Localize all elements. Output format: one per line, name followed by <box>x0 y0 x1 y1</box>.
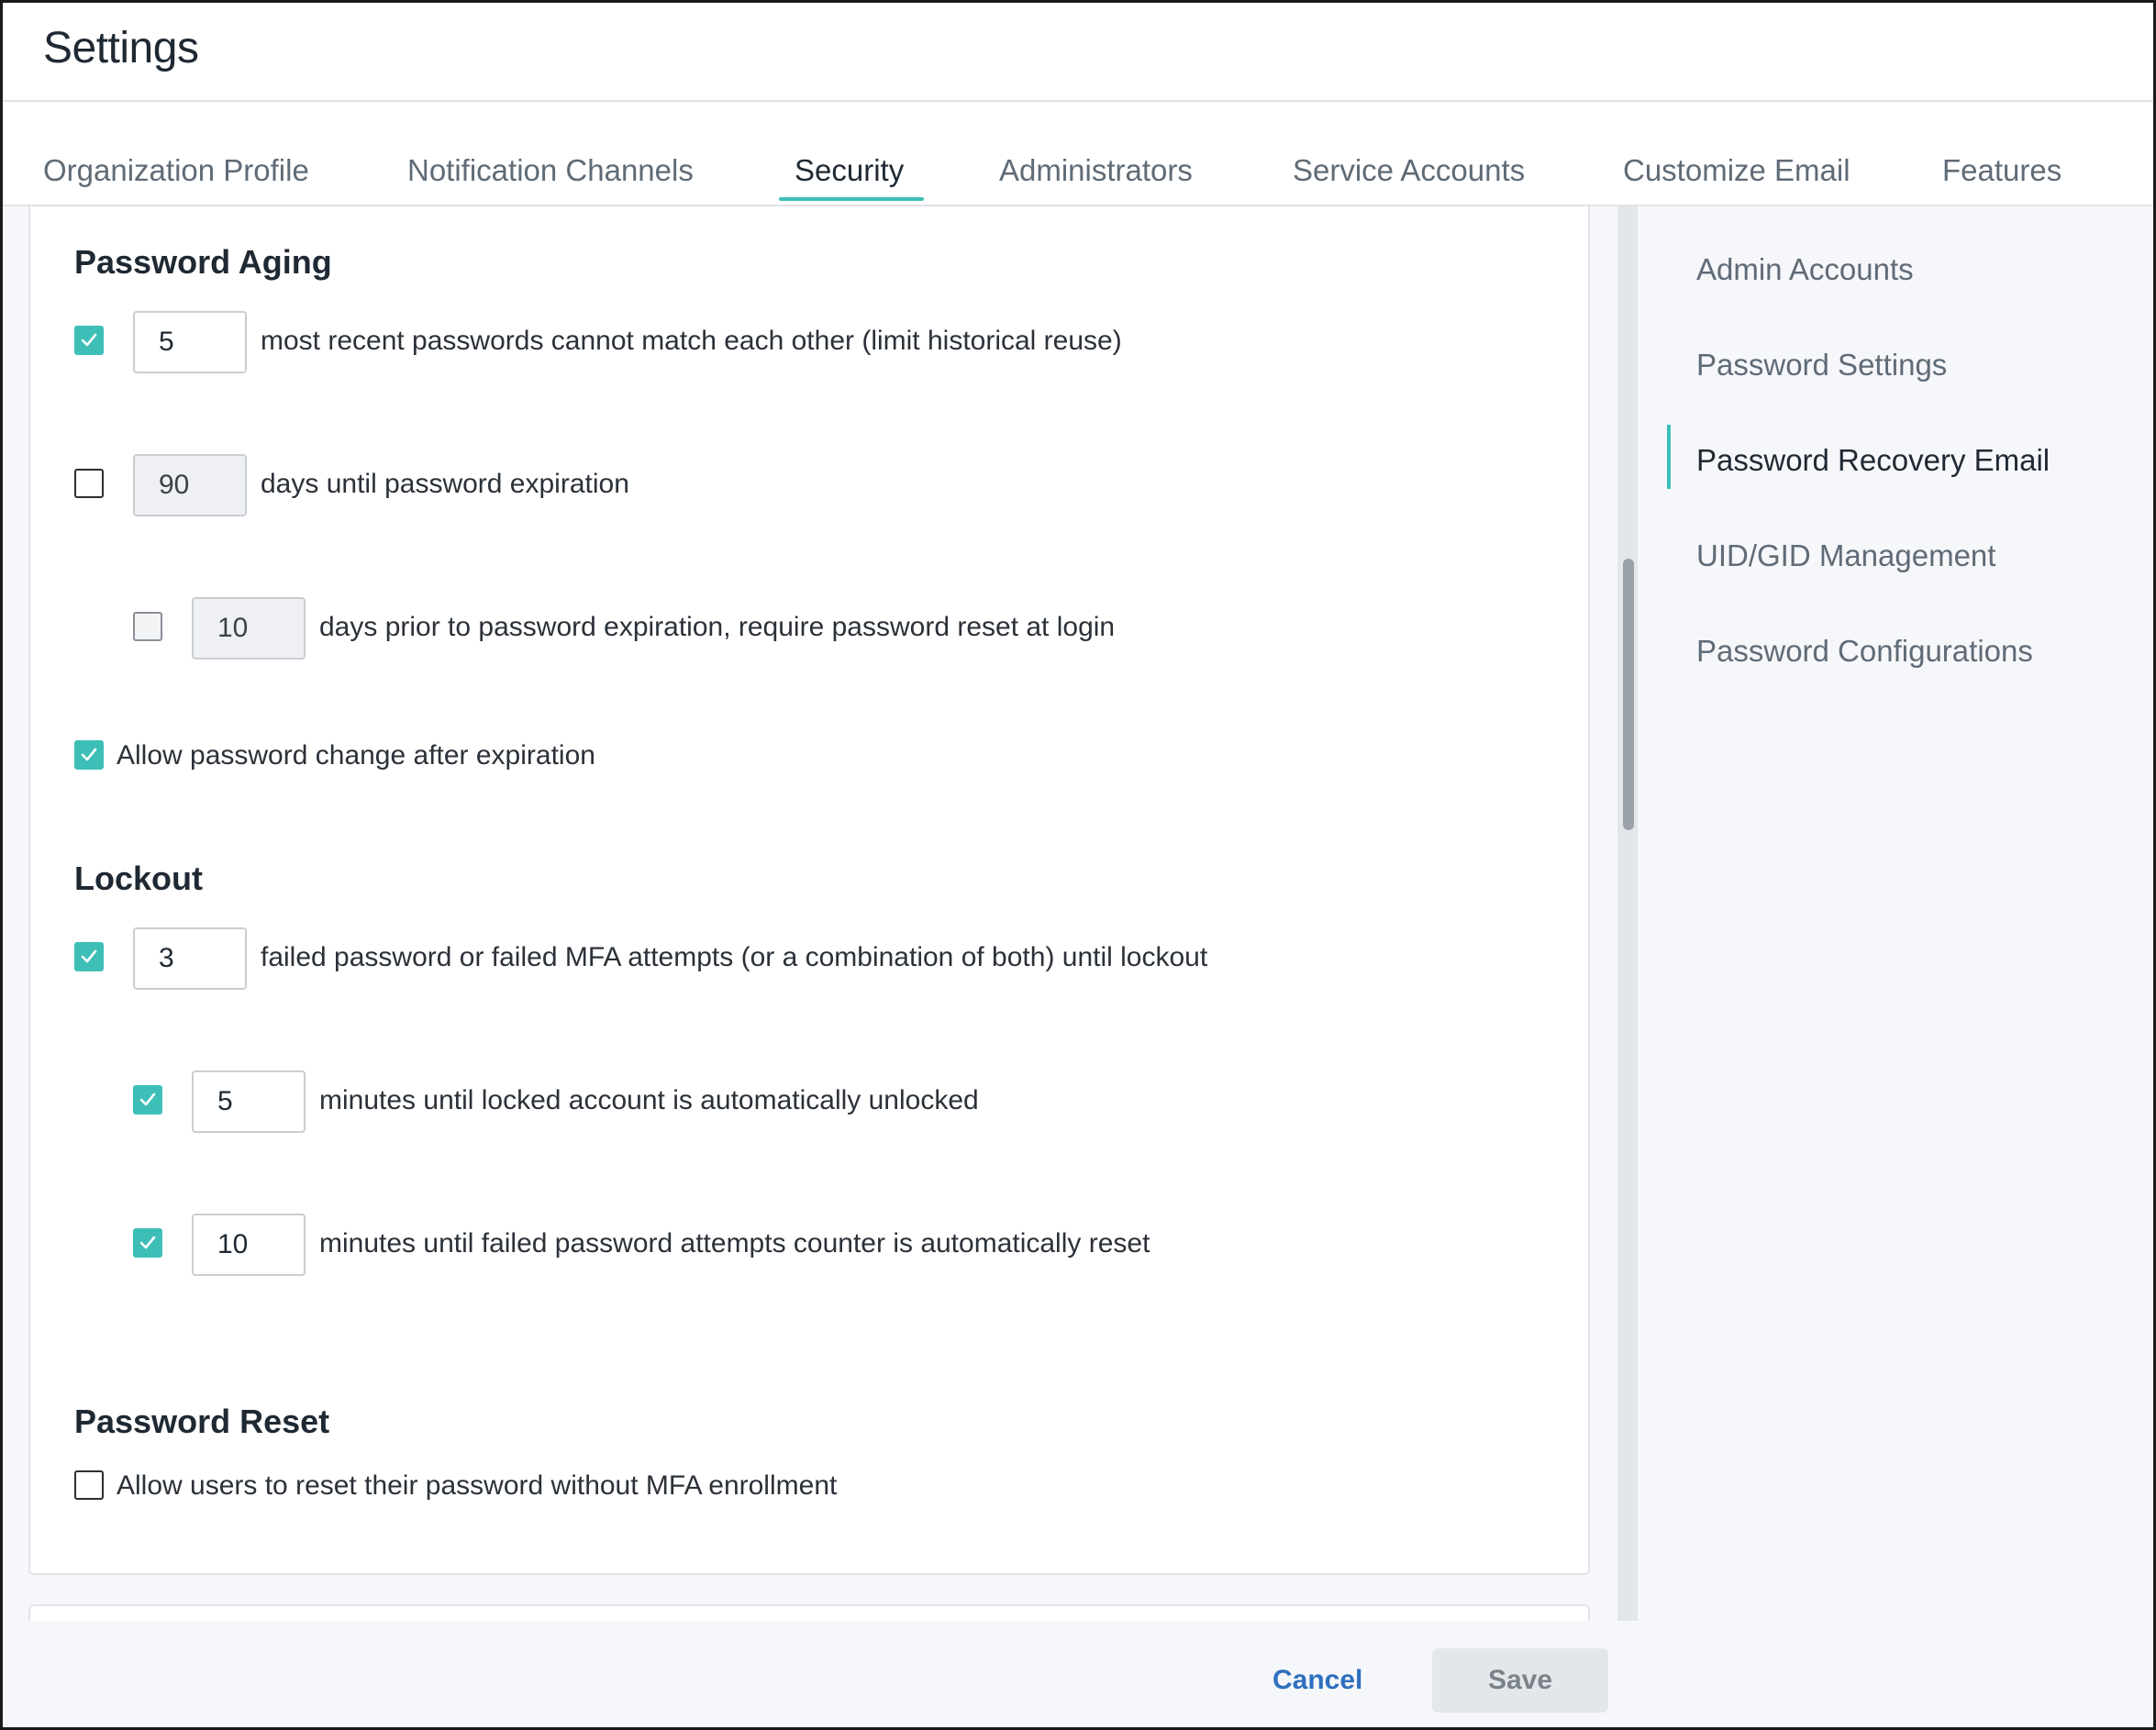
auto-unlock-checkbox[interactable] <box>133 1085 162 1115</box>
history-count-input[interactable]: 5 <box>133 311 247 373</box>
settings-window: Settings Organization Profile Notificati… <box>0 0 2156 1730</box>
tab-customize-email[interactable]: Customize Email <box>1623 153 1850 188</box>
expiration-days-input[interactable]: 90 <box>133 454 247 516</box>
reset-prior-label: days prior to password expiration, requi… <box>319 612 1116 642</box>
expiration-label: days until password expiration <box>261 469 629 499</box>
page-header: Settings <box>3 3 2153 102</box>
history-label: most recent passwords cannot match each … <box>261 326 1122 356</box>
reset-without-mfa-checkbox[interactable] <box>74 1470 104 1500</box>
right-nav-password-settings[interactable]: Password Settings <box>1696 348 1947 383</box>
reset-prior-days-input[interactable]: 10 <box>192 597 306 660</box>
right-nav-password-configurations[interactable]: Password Configurations <box>1696 634 2033 669</box>
auto-unlock-label: minutes until locked account is automati… <box>319 1085 979 1115</box>
right-nav-password-recovery-email[interactable]: Password Recovery Email <box>1696 443 2050 478</box>
check-icon <box>139 1236 156 1249</box>
scrollbar-thumb[interactable] <box>1623 559 1634 830</box>
tab-service-accounts[interactable]: Service Accounts <box>1293 153 1525 188</box>
tab-administrators[interactable]: Administrators <box>999 153 1193 188</box>
tab-security[interactable]: Security <box>795 153 904 188</box>
allow-change-label: Allow password change after expiration <box>117 740 595 771</box>
right-nav-active-indicator <box>1667 425 1671 489</box>
footer-bar <box>3 1621 2153 1727</box>
check-icon <box>139 1092 156 1106</box>
right-nav-uid-gid-management[interactable]: UID/GID Management <box>1696 538 1995 573</box>
tab-notification-channels[interactable]: Notification Channels <box>407 153 694 188</box>
check-icon <box>81 748 97 761</box>
scrollbar-track[interactable] <box>1617 206 1638 1621</box>
tab-bar: Organization Profile Notification Channe… <box>3 104 2153 206</box>
expiration-checkbox[interactable] <box>74 469 104 498</box>
counter-reset-checkbox[interactable] <box>133 1228 162 1258</box>
lockout-attempts-label: failed password or failed MFA attempts (… <box>261 942 1208 972</box>
lockout-attempts-checkbox[interactable] <box>74 942 104 971</box>
password-aging-title: Password Aging <box>74 243 332 281</box>
reset-prior-checkbox[interactable] <box>133 612 162 641</box>
lockout-title: Lockout <box>74 859 203 897</box>
auto-unlock-minutes-input[interactable]: 5 <box>192 1070 306 1133</box>
tab-organization-profile[interactable]: Organization Profile <box>43 153 309 188</box>
security-settings-card <box>28 206 1590 1575</box>
check-icon <box>81 949 97 963</box>
save-button[interactable]: Save <box>1432 1648 1608 1713</box>
tab-features[interactable]: Features <box>1942 153 2062 188</box>
active-tab-indicator <box>779 197 924 201</box>
history-checkbox[interactable] <box>74 326 104 355</box>
lockout-attempts-input[interactable]: 3 <box>133 927 247 990</box>
right-nav-admin-accounts[interactable]: Admin Accounts <box>1696 252 1914 287</box>
reset-without-mfa-label: Allow users to reset their password with… <box>117 1470 838 1501</box>
password-reset-title: Password Reset <box>74 1403 330 1440</box>
counter-reset-minutes-input[interactable]: 10 <box>192 1214 306 1276</box>
cancel-button[interactable]: Cancel <box>1272 1665 1362 1696</box>
counter-reset-label: minutes until failed password attempts c… <box>319 1228 1150 1259</box>
allow-change-checkbox[interactable] <box>74 740 104 770</box>
check-icon <box>81 333 97 347</box>
page-title: Settings <box>43 24 199 72</box>
